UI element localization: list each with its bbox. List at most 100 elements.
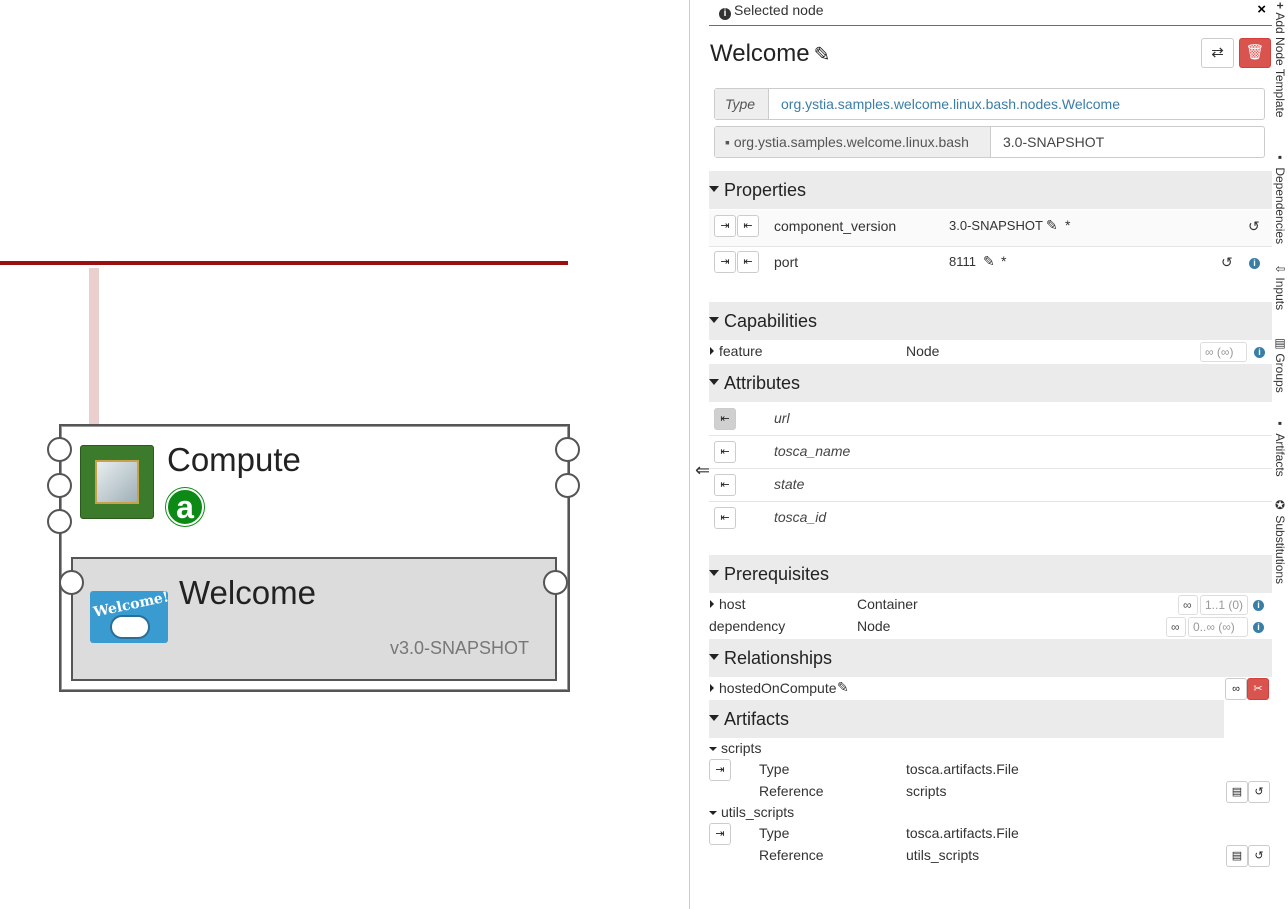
unlink-icon[interactable]: ✂ bbox=[1247, 678, 1269, 700]
attributes-section-header[interactable]: Attributes bbox=[709, 364, 1272, 402]
caret-down-icon bbox=[709, 379, 719, 385]
reset-icon[interactable]: ↺ bbox=[1221, 254, 1233, 271]
info-icon[interactable]: i bbox=[1249, 258, 1260, 269]
artifact-reference-row: Reference scripts ▤ ↺ bbox=[709, 780, 1272, 803]
attribute-row-tosca-name: ⇤ tosca_name bbox=[709, 435, 1272, 468]
network-link bbox=[89, 268, 99, 426]
tab-inputs[interactable]: ⇩ Inputs bbox=[1272, 264, 1288, 310]
file-icon: ▪ bbox=[1273, 416, 1287, 430]
close-icon[interactable]: × bbox=[1257, 0, 1266, 20]
tab-add-node-template[interactable]: + Add Node Template bbox=[1272, 2, 1288, 118]
tab-artifacts[interactable]: ▪ Artifacts bbox=[1272, 416, 1288, 477]
relationships-section-header[interactable]: Relationships bbox=[709, 639, 1272, 677]
set-output-icon[interactable]: ⇤ bbox=[714, 408, 736, 430]
required-star: * bbox=[1001, 253, 1007, 269]
tab-groups[interactable]: ▤ Groups bbox=[1272, 336, 1288, 393]
selected-node-panel: i Selected node × Welcome ✎ ⇄ 🗑 Type org.y… bbox=[709, 0, 1272, 909]
relationship-row-hosted-on-compute[interactable]: hostedOnCompute ✎ ∞ ✂ bbox=[709, 678, 1272, 700]
replace-node-button[interactable]: ⇄ bbox=[1201, 38, 1234, 68]
reset-icon[interactable]: ↺ bbox=[1248, 781, 1270, 803]
file-icon[interactable]: ▤ bbox=[1226, 845, 1248, 867]
set-input-icon[interactable]: ⇥ bbox=[709, 823, 731, 845]
edit-value-icon[interactable]: ✎ bbox=[983, 253, 995, 270]
compute-port-left-3[interactable] bbox=[47, 509, 72, 534]
requirement-row-host[interactable]: host Container ∞ 1..1 (0) i bbox=[709, 594, 1272, 616]
caret-right-icon bbox=[710, 347, 714, 355]
type-value[interactable]: org.ystia.samples.welcome.linux.bash.nod… bbox=[781, 89, 1120, 119]
info-icon: i bbox=[719, 8, 731, 20]
delete-node-button[interactable]: 🗑 bbox=[1239, 38, 1271, 68]
artifact-utils-scripts[interactable]: utils_scripts bbox=[709, 804, 1272, 822]
property-value[interactable]: 3.0-SNAPSHOT bbox=[949, 218, 1043, 233]
prerequisites-section-header[interactable]: Prerequisites bbox=[709, 555, 1272, 593]
capabilities-section-header[interactable]: Capabilities bbox=[709, 302, 1272, 340]
network-line[interactable] bbox=[0, 261, 568, 265]
caret-down-icon bbox=[709, 747, 717, 751]
node-name-heading: Welcome ✎ bbox=[710, 40, 830, 68]
properties-section-header[interactable]: Properties bbox=[709, 171, 1272, 209]
artifact-type-label: Type bbox=[759, 825, 790, 841]
property-row-component-version: ⇥ ⇤ component_version 3.0-SNAPSHOT ✎ * ↺ bbox=[709, 210, 1272, 246]
capability-name: feature bbox=[719, 343, 763, 359]
artifact-reference-label: Reference bbox=[759, 847, 824, 863]
topology-canvas[interactable]: Compute a Welcome! Welcome v3.0-SNAPSHOT bbox=[0, 0, 689, 909]
archive-version: 3.0-SNAPSHOT bbox=[1003, 134, 1105, 150]
artifact-name: scripts bbox=[721, 740, 762, 756]
info-icon[interactable]: i bbox=[1253, 600, 1264, 611]
artifact-reference: scripts bbox=[906, 783, 947, 799]
info-icon[interactable]: i bbox=[1254, 347, 1265, 358]
set-input-icon[interactable]: ⇥ bbox=[714, 215, 736, 237]
panel-header: i Selected node × bbox=[709, 0, 1272, 26]
set-output-icon[interactable]: ⇤ bbox=[737, 251, 759, 273]
requirement-type: Container bbox=[857, 596, 918, 612]
caret-down-icon bbox=[709, 715, 719, 721]
archive-field: ▪ org.ystia.samples.welcome.linux.bash 3… bbox=[714, 126, 1265, 158]
edit-name-icon[interactable]: ✎ bbox=[814, 44, 831, 66]
compute-port-right-1[interactable] bbox=[555, 437, 580, 462]
info-icon[interactable]: i bbox=[1253, 622, 1264, 633]
requirement-bounds: 0..∞ (∞) bbox=[1188, 617, 1248, 637]
tab-dependencies[interactable]: ▪ Dependencies bbox=[1272, 150, 1288, 244]
caret-down-icon bbox=[709, 654, 719, 660]
welcome-port-right[interactable] bbox=[543, 570, 568, 595]
cog-icon: ✪ bbox=[1273, 498, 1287, 512]
artifact-reference-row: Reference utils_scripts ▤ ↺ bbox=[709, 844, 1272, 867]
link-icon[interactable]: ∞ bbox=[1178, 595, 1198, 615]
set-input-icon[interactable]: ⇥ bbox=[714, 251, 736, 273]
set-output-icon[interactable]: ⇤ bbox=[714, 507, 736, 529]
capability-bounds: ∞ (∞) bbox=[1200, 342, 1247, 362]
capability-row-feature[interactable]: feature Node ∞ (∞) i bbox=[709, 342, 1272, 362]
reset-icon[interactable]: ↺ bbox=[1248, 218, 1260, 235]
set-output-icon[interactable]: ⇤ bbox=[737, 215, 759, 237]
tab-substitutions[interactable]: ✪ Substitutions bbox=[1272, 498, 1288, 584]
set-input-icon[interactable]: ⇥ bbox=[709, 759, 731, 781]
artifact-scripts[interactable]: scripts bbox=[709, 740, 1272, 758]
reset-icon[interactable]: ↺ bbox=[1248, 845, 1270, 867]
property-value[interactable]: 8111 bbox=[949, 254, 976, 269]
compute-port-left-2[interactable] bbox=[47, 473, 72, 498]
attribute-row-url: ⇤ url bbox=[709, 402, 1272, 435]
requirement-bounds: 1..1 (0) bbox=[1200, 595, 1248, 615]
set-output-icon[interactable]: ⇤ bbox=[714, 441, 736, 463]
link-icon[interactable]: ∞ bbox=[1225, 678, 1247, 700]
attribute-name: state bbox=[774, 476, 805, 492]
artifacts-section-header[interactable]: Artifacts bbox=[709, 700, 1224, 738]
panel-splitter[interactable]: ⟺ bbox=[689, 0, 721, 909]
edit-value-icon[interactable]: ✎ bbox=[1046, 217, 1058, 234]
edit-relationship-icon[interactable]: ✎ bbox=[837, 679, 849, 696]
panel-title: Selected node bbox=[734, 2, 824, 18]
set-output-icon[interactable]: ⇤ bbox=[714, 474, 736, 496]
welcome-port-left[interactable] bbox=[59, 570, 84, 595]
artifact-name: utils_scripts bbox=[721, 804, 795, 820]
artifact-reference: utils_scripts bbox=[906, 847, 980, 863]
requirement-row-dependency[interactable]: dependency Node ∞ 0..∞ (∞) i bbox=[709, 616, 1272, 638]
list-icon: ▤ bbox=[1273, 336, 1287, 350]
file-icon[interactable]: ▤ bbox=[1226, 781, 1248, 803]
compute-port-left-1[interactable] bbox=[47, 437, 72, 462]
artifact-type: tosca.artifacts.File bbox=[906, 761, 1019, 777]
link-icon[interactable]: ∞ bbox=[1166, 617, 1186, 637]
welcome-version: v3.0-SNAPSHOT bbox=[390, 638, 530, 658]
property-row-port: ⇥ ⇤ port 8111 ✎ * ↺ i bbox=[709, 246, 1272, 282]
compute-port-right-2[interactable] bbox=[555, 473, 580, 498]
required-star: * bbox=[1065, 217, 1071, 233]
